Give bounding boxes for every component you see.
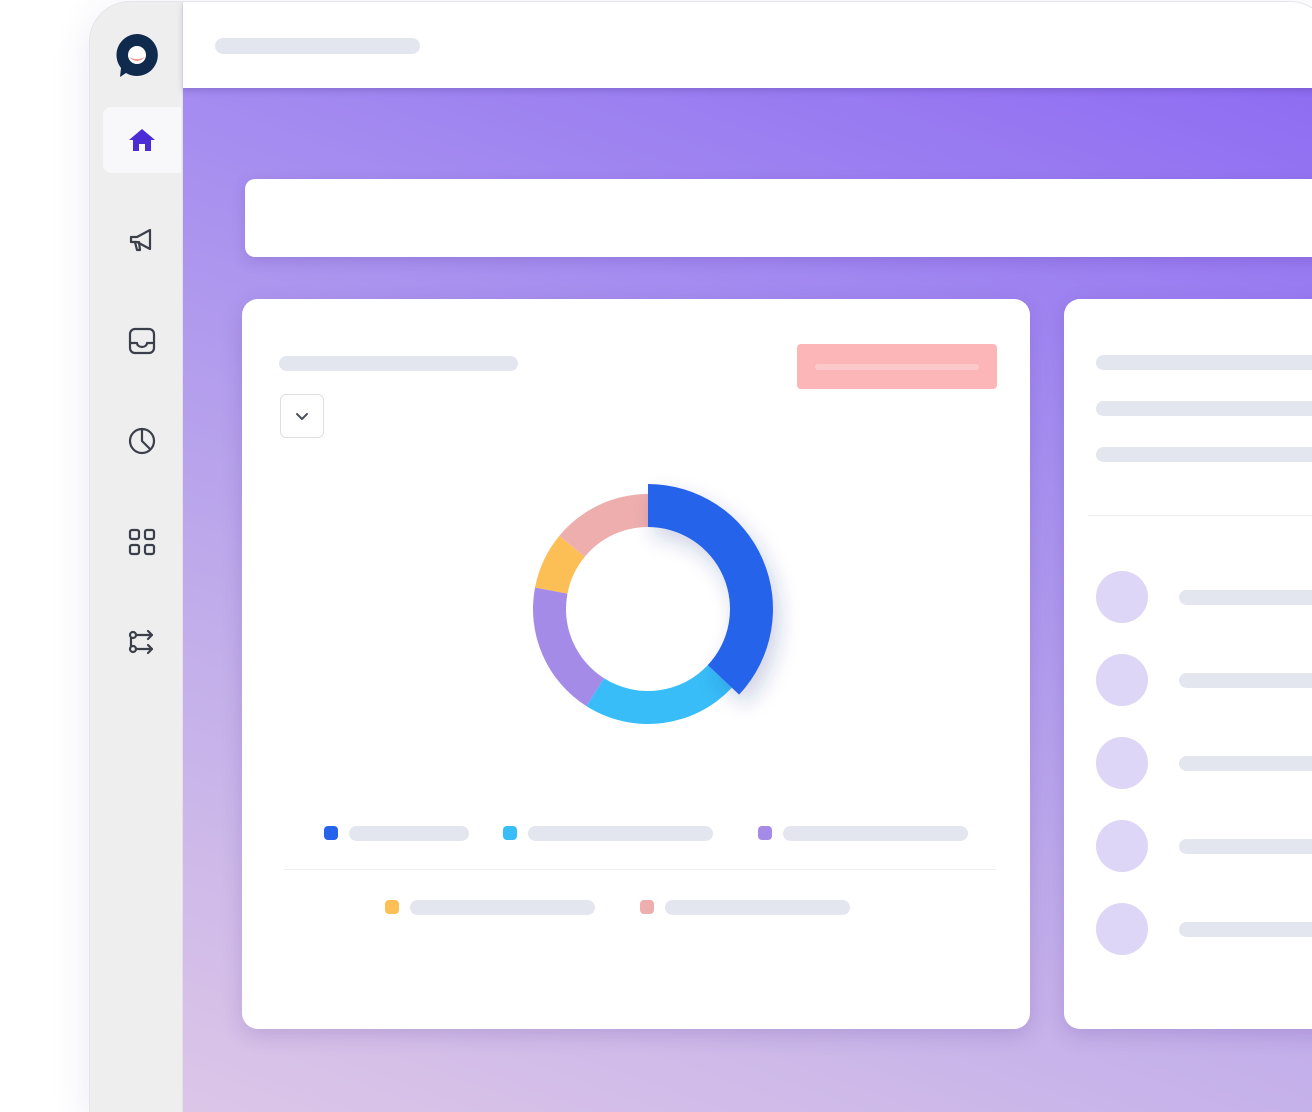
home-icon (129, 129, 155, 151)
logo[interactable] (114, 32, 160, 78)
action-button[interactable] (797, 344, 997, 389)
megaphone-icon (129, 228, 152, 252)
donut-segment (648, 484, 773, 695)
donut-segment (586, 665, 732, 724)
legend-dot (640, 900, 654, 914)
avatar (1096, 571, 1148, 623)
list-item-placeholder (1179, 756, 1312, 771)
card-title-placeholder (279, 356, 518, 371)
avatar (1096, 820, 1148, 872)
nav-item-home[interactable] (103, 107, 181, 173)
nav-item-apps[interactable] (103, 509, 181, 575)
button-label-placeholder (815, 364, 979, 370)
sidebar (90, 2, 183, 1112)
search-input[interactable] (245, 179, 1312, 257)
legend-label-placeholder (528, 826, 713, 841)
legend-dot (385, 900, 399, 914)
legend-label-placeholder (349, 826, 469, 841)
list-item-placeholder (1179, 673, 1312, 688)
text-line-placeholder (1096, 401, 1312, 416)
nav-item-reports[interactable] (103, 408, 181, 474)
grid-icon (128, 528, 156, 556)
workflow-icon (128, 629, 154, 655)
inbox-icon (128, 327, 156, 355)
nav-item-campaigns[interactable] (103, 207, 181, 273)
text-line-placeholder (1096, 355, 1312, 370)
legend-label-placeholder (783, 826, 968, 841)
chart-card (242, 299, 1030, 1029)
list-item-placeholder (1179, 839, 1312, 854)
card-divider (1088, 515, 1312, 516)
chevron-down-icon (296, 413, 308, 420)
avatar (1096, 654, 1148, 706)
activity-card (1064, 299, 1312, 1029)
filter-dropdown[interactable] (280, 394, 324, 438)
avatar (1096, 737, 1148, 789)
legend-label-placeholder (410, 900, 595, 915)
list-item-placeholder (1179, 590, 1312, 605)
avatar (1096, 903, 1148, 955)
donut-chart (533, 484, 773, 724)
list-item-placeholder (1179, 922, 1312, 937)
legend-dot (324, 826, 338, 840)
app-window (90, 2, 1312, 1112)
legend-divider (284, 869, 996, 870)
pie-chart-icon (128, 427, 156, 455)
nav-item-workflows[interactable] (103, 609, 181, 675)
nav-item-inbox[interactable] (103, 308, 181, 374)
top-bar (183, 2, 1312, 88)
text-line-placeholder (1096, 447, 1312, 462)
donut-segment (533, 587, 605, 707)
dashboard-content (183, 88, 1312, 1112)
legend-dot (758, 826, 772, 840)
legend-label-placeholder (665, 900, 850, 915)
page-title-placeholder (215, 38, 420, 54)
legend-dot (503, 826, 517, 840)
